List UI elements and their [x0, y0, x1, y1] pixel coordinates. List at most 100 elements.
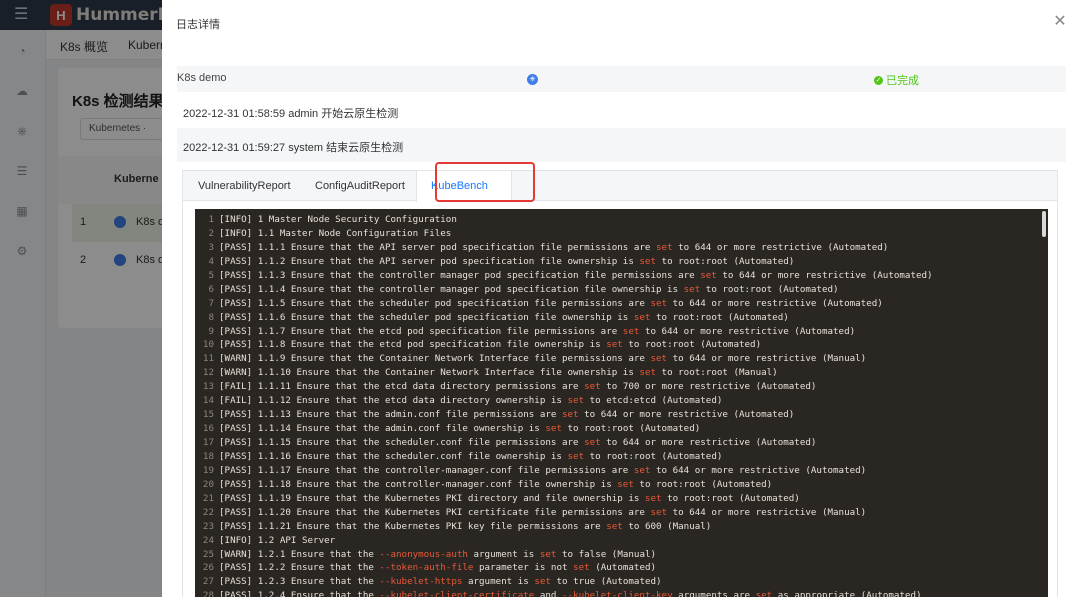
line-number: 6 [208, 283, 214, 295]
line-number: 24 [202, 534, 214, 546]
status-badge: ✓ 已完成 [874, 72, 919, 88]
line-number: 18 [202, 450, 214, 462]
console-text: set [567, 395, 585, 407]
console-line: 15 [PASS] 1.1.13 Ensure that the admin.co… [195, 408, 1048, 422]
console-text: to 700 or more restrictive (Automated) [600, 381, 817, 393]
console-line: 14 [FAIL] 1.1.12 Ensure that the etcd dat… [195, 394, 1048, 408]
console-text: [PASS] 1.1.8 Ensure that the etcd pod sp… [219, 339, 607, 351]
console-line: 20 [PASS] 1.1.18 Ensure that the controll… [195, 478, 1048, 492]
console-text: parameter is not [473, 562, 574, 574]
status-text: 已完成 [886, 75, 919, 87]
console-text: [PASS] 1.1.15 Ensure that the scheduler.… [219, 437, 585, 448]
console-text: [PASS] 1.1.2 Ensure that the API server … [219, 255, 640, 267]
console-line: 18 [PASS] 1.1.16 Ensure that the schedule… [195, 450, 1048, 464]
line-number: 8 [208, 311, 214, 323]
console-text: set [655, 241, 673, 253]
console-text: as appropriate (Automated) [772, 590, 922, 597]
console-text: (Automated) [589, 562, 657, 574]
console-text: set [534, 576, 551, 588]
line-number: 7 [208, 297, 214, 309]
console-text: to root:root (Automated) [633, 478, 773, 490]
line-number: 4 [208, 255, 214, 267]
console-text: to 644 or more restrictive (Manual) [667, 353, 867, 365]
console-line: 9 [PASS] 1.1.7 Ensure that the etcd pod s… [195, 325, 1048, 339]
console-text: [PASS] 1.1.14 Ensure that the admin.conf… [219, 423, 546, 435]
report-tabs: VulnerabilityReport ConfigAuditReport Ku… [182, 162, 1058, 597]
console-text: [PASS] 1.1.21 Ensure that the Kubernetes… [219, 520, 607, 532]
console-line: 25 [WARN] 1.2.1 Ensure that the --anonymo… [195, 548, 1048, 562]
console-text: to 644 or more restrictive (Automated) [578, 409, 795, 421]
line-number: 2 [208, 227, 214, 239]
drawer-title: 日志详情 [176, 19, 220, 31]
console-line: 3 [PASS] 1.1.1 Ensure that the API server… [195, 241, 1048, 255]
line-number: 28 [202, 590, 214, 597]
console-text: [WARN] 1.1.9 Ensure that the Container N… [219, 353, 651, 365]
console-line: 26 [PASS] 1.2.2 Ensure that the --token-a… [195, 561, 1048, 575]
close-icon[interactable]: ✕ [1053, 14, 1067, 30]
scrollbar-thumb[interactable] [1042, 211, 1046, 237]
console-text: set [617, 478, 634, 490]
console-text: [PASS] 1.1.3 Ensure that the controller … [219, 269, 701, 281]
console-text: set [584, 381, 601, 393]
console-text: [INFO] 1 Master Node Security Configurat… [219, 214, 457, 225]
console-text: to true (Automated) [550, 576, 662, 588]
console-text: [PASS] 1.1.19 Ensure that the Kubernetes… [219, 492, 645, 504]
line-number: 16 [202, 423, 214, 435]
console-text: [WARN] 1.2.1 Ensure that the [219, 548, 380, 560]
tab-kubebench[interactable]: KubeBench [431, 180, 488, 192]
console-line: 13 [FAIL] 1.1.11 Ensure that the etcd dat… [195, 380, 1048, 394]
console-text: to root:root (Automated) [656, 255, 795, 267]
console-text: [PASS] 1.1.18 Ensure that the controller… [219, 478, 618, 490]
console-text: --kubelet-https [379, 576, 463, 588]
line-number: 26 [202, 562, 214, 574]
console-line: 27 [PASS] 1.2.3 Ensure that the --kubelet… [195, 575, 1048, 589]
console-line: 5 [PASS] 1.1.3 Ensure that the controller… [195, 269, 1048, 283]
tab-vulnerability-report[interactable]: VulnerabilityReport [198, 180, 291, 192]
console-text: set [700, 269, 717, 281]
line-number: 1 [208, 214, 214, 225]
console-text: to root:root (Automated) [650, 311, 789, 323]
console-line: 19 [PASS] 1.1.17 Ensure that the controll… [195, 464, 1048, 478]
console-text: set [539, 548, 557, 560]
console-text: [FAIL] 1.1.11 Ensure that the etcd data … [219, 381, 585, 393]
line-number: 25 [202, 548, 214, 560]
console-text: set [573, 562, 590, 574]
console-text: [PASS] 1.1.20 Ensure that the Kubernetes… [219, 506, 651, 518]
console-text: set [650, 506, 668, 518]
console-text: to root:root (Automated) [661, 492, 800, 504]
console-text: to root:root (Automated) [700, 283, 839, 295]
console-text: set [567, 450, 585, 462]
console-text: to 644 or more restrictive (Automated) [639, 325, 856, 337]
console-text: [PASS] 1.2.3 Ensure that the [219, 576, 380, 588]
console-text: [INFO] 1.2 API Server [219, 534, 336, 546]
console-text: argument is [462, 576, 535, 588]
console-text: set [644, 492, 662, 504]
console-text: set [639, 255, 656, 267]
console-text: --token-auth-file [379, 562, 474, 574]
console-text: to 644 or more restrictive (Automated) [667, 297, 883, 309]
line-number: 10 [202, 339, 214, 351]
console-text: [INFO] 1.1 Master Node Configuration Fil… [219, 227, 452, 239]
tab-config-audit-report[interactable]: ConfigAuditReport [315, 180, 405, 192]
console-line: 4 [PASS] 1.1.2 Ensure that the API server… [195, 255, 1048, 269]
console-text: to 644 or more restrictive (Automated) [650, 464, 867, 476]
kubebench-output[interactable]: 1 [INFO] 1 Master Node Security Configura… [195, 209, 1048, 597]
console-text: set [545, 423, 562, 435]
console-text: [PASS] 1.1.5 Ensure that the scheduler p… [219, 297, 651, 309]
line-number: 9 [208, 325, 214, 337]
line-number: 14 [202, 395, 214, 407]
console-line: 28 [PASS] 1.2.4 Ensure that the --kubelet… [195, 589, 1048, 597]
console-text: [PASS] 1.1.13 Ensure that the admin.conf… [219, 409, 562, 421]
line-number: 27 [202, 576, 214, 588]
console-text: set [755, 590, 773, 597]
console-text: --kubelet-client-certificate [379, 590, 535, 597]
line-number: 23 [202, 520, 214, 532]
console-line: 11 [WARN] 1.1.9 Ensure that the Container… [195, 352, 1048, 366]
console-line: 10 [PASS] 1.1.8 Ensure that the etcd pod … [195, 338, 1048, 352]
console-text: set [683, 283, 701, 295]
line-number: 20 [202, 478, 214, 490]
console-line: 23 [PASS] 1.1.21 Ensure that the Kubernet… [195, 520, 1048, 534]
console-text: to root:root (Automated) [584, 450, 723, 462]
console-text: [PASS] 1.1.17 Ensure that the controller… [219, 464, 634, 476]
console-line: 17 [PASS] 1.1.15 Ensure that the schedule… [195, 436, 1048, 450]
